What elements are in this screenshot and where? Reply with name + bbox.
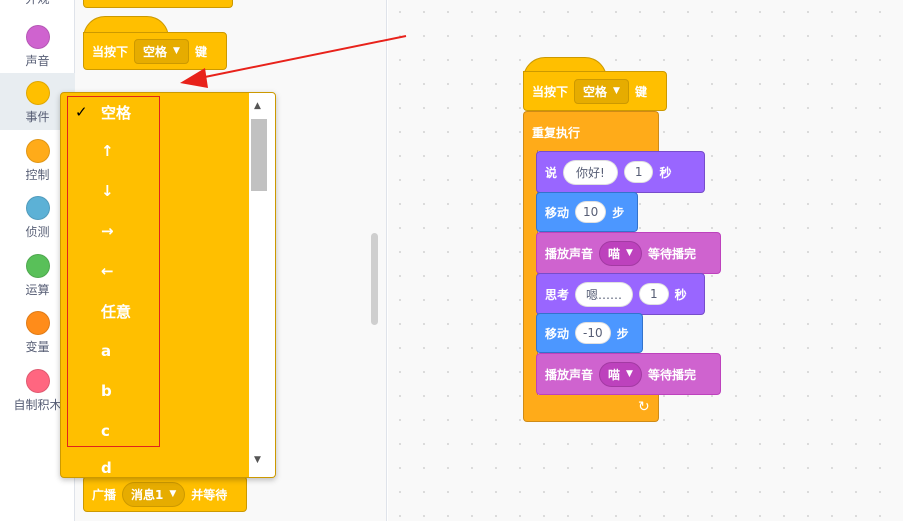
when-key-suffix: 键	[194, 44, 207, 59]
move-steps-block-2[interactable]: 移动 -10 步	[536, 313, 643, 353]
palette-event-block-top[interactable]	[83, 0, 233, 8]
broadcast-suffix: 并等待	[191, 487, 228, 502]
dropdown-item[interactable]: c	[101, 422, 110, 440]
palette-scrollbar[interactable]	[371, 233, 378, 325]
key-dropdown-menu: ✓ 空格 ↑ ↓ → ← 任意 a b c d ▲ ▼	[60, 92, 276, 478]
script-hat-suffix: 键	[634, 84, 647, 99]
think-secs-input[interactable]: 1	[639, 283, 669, 305]
say-label: 说	[545, 165, 558, 180]
say-secs-input[interactable]: 1	[623, 161, 654, 183]
chevron-down-icon: ▼	[169, 489, 177, 499]
dropdown-item[interactable]: 空格	[101, 102, 131, 123]
variables-category-icon	[25, 311, 50, 335]
chevron-down-icon: ▼	[613, 86, 620, 96]
my-blocks-category-icon	[25, 369, 50, 393]
play-sound-until-done-block-2[interactable]: 播放声音 喵 ▼ 等待播完	[536, 353, 721, 395]
dropdown-scroll-thumb[interactable]	[251, 119, 267, 191]
chevron-down-icon: ▼	[626, 248, 633, 258]
until-done-label-2: 等待播完	[647, 367, 696, 382]
move-label-2: 移动	[545, 326, 570, 341]
category-sound[interactable]: 声音	[0, 25, 75, 69]
move-steps-input[interactable]: 10	[575, 201, 607, 223]
broadcast-label: 广播	[92, 487, 117, 502]
script-key-dropdown[interactable]: 空格 ▼	[574, 78, 629, 104]
dropdown-item[interactable]: ↑	[101, 142, 114, 160]
until-done-label: 等待播完	[647, 246, 696, 261]
palette-broadcast-wait-block[interactable]: 广播 消息1 ▼ 并等待	[83, 476, 247, 512]
sound-category-icon	[25, 25, 50, 49]
dropdown-item[interactable]: a	[101, 342, 111, 360]
dropdown-item[interactable]: ←	[101, 262, 114, 280]
code-workspace[interactable]: 当按下 空格 ▼ 键 重复执行 ↻ 说 你好! 1 秒 移动 10 步 播放声音…	[388, 0, 903, 521]
broadcast-message-value: 消息1	[131, 487, 164, 502]
play-sound-label: 播放声音	[545, 246, 594, 261]
category-looks[interactable]: 外观	[0, 0, 75, 7]
play-sound-label-2: 播放声音	[545, 367, 594, 382]
move-steps-block[interactable]: 移动 10 步	[536, 192, 638, 232]
palette-key-dropdown[interactable]: 空格 ▼	[134, 38, 189, 64]
sound-dropdown[interactable]: 喵 ▼	[599, 240, 642, 266]
operators-category-icon	[25, 254, 50, 278]
sound-dropdown-2[interactable]: 喵 ▼	[599, 361, 642, 387]
steps-unit-2: 步	[616, 326, 629, 341]
script-hat-prefix: 当按下	[532, 84, 569, 99]
when-key-prefix: 当按下	[92, 44, 129, 59]
chevron-down-icon: ▼	[626, 369, 633, 379]
think-for-secs-block[interactable]: 思考 嗯…… 1 秒	[536, 273, 705, 315]
think-label: 思考	[545, 287, 570, 302]
say-for-secs-block[interactable]: 说 你好! 1 秒	[536, 151, 705, 193]
script-key-value: 空格	[583, 84, 608, 99]
scroll-up-icon[interactable]: ▲	[254, 101, 261, 111]
palette-when-key-block[interactable]: 当按下 空格 ▼ 键	[83, 32, 227, 70]
sound-value-2: 喵	[608, 367, 621, 382]
say-secs-unit: 秒	[659, 165, 672, 180]
check-icon: ✓	[75, 103, 88, 121]
category-sound-label: 声音	[25, 54, 50, 68]
forever-block-bottom[interactable]: ↻	[523, 395, 659, 422]
sound-value: 喵	[608, 246, 621, 261]
dropdown-item[interactable]: b	[101, 382, 112, 400]
dropdown-item[interactable]: d	[101, 459, 112, 477]
scroll-down-icon[interactable]: ▼	[254, 455, 261, 465]
control-category-icon	[25, 139, 50, 163]
script-when-key-block[interactable]: 当按下 空格 ▼ 键	[523, 71, 667, 111]
think-secs-unit: 秒	[674, 287, 687, 302]
palette-key-value: 空格	[143, 44, 168, 59]
think-text-input[interactable]: 嗯……	[575, 281, 634, 307]
forever-label: 重复执行	[532, 126, 581, 140]
forever-block-top[interactable]: 重复执行	[523, 111, 659, 151]
play-sound-until-done-block[interactable]: 播放声音 喵 ▼ 等待播完	[536, 232, 721, 274]
category-looks-label: 外观	[0, 0, 75, 7]
steps-unit: 步	[612, 205, 625, 220]
dropdown-item[interactable]: →	[101, 222, 114, 240]
dropdown-item[interactable]: 任意	[101, 301, 131, 322]
loop-arrow-icon: ↻	[638, 399, 650, 415]
broadcast-message-dropdown[interactable]: 消息1 ▼	[122, 481, 186, 507]
sensing-category-icon	[25, 196, 50, 220]
move-steps-input-2[interactable]: -10	[575, 322, 611, 344]
dropdown-item[interactable]: ↓	[101, 182, 114, 200]
say-text-input[interactable]: 你好!	[563, 159, 618, 185]
events-category-icon	[25, 81, 50, 105]
chevron-down-icon: ▼	[173, 46, 180, 56]
move-label: 移动	[545, 205, 570, 220]
